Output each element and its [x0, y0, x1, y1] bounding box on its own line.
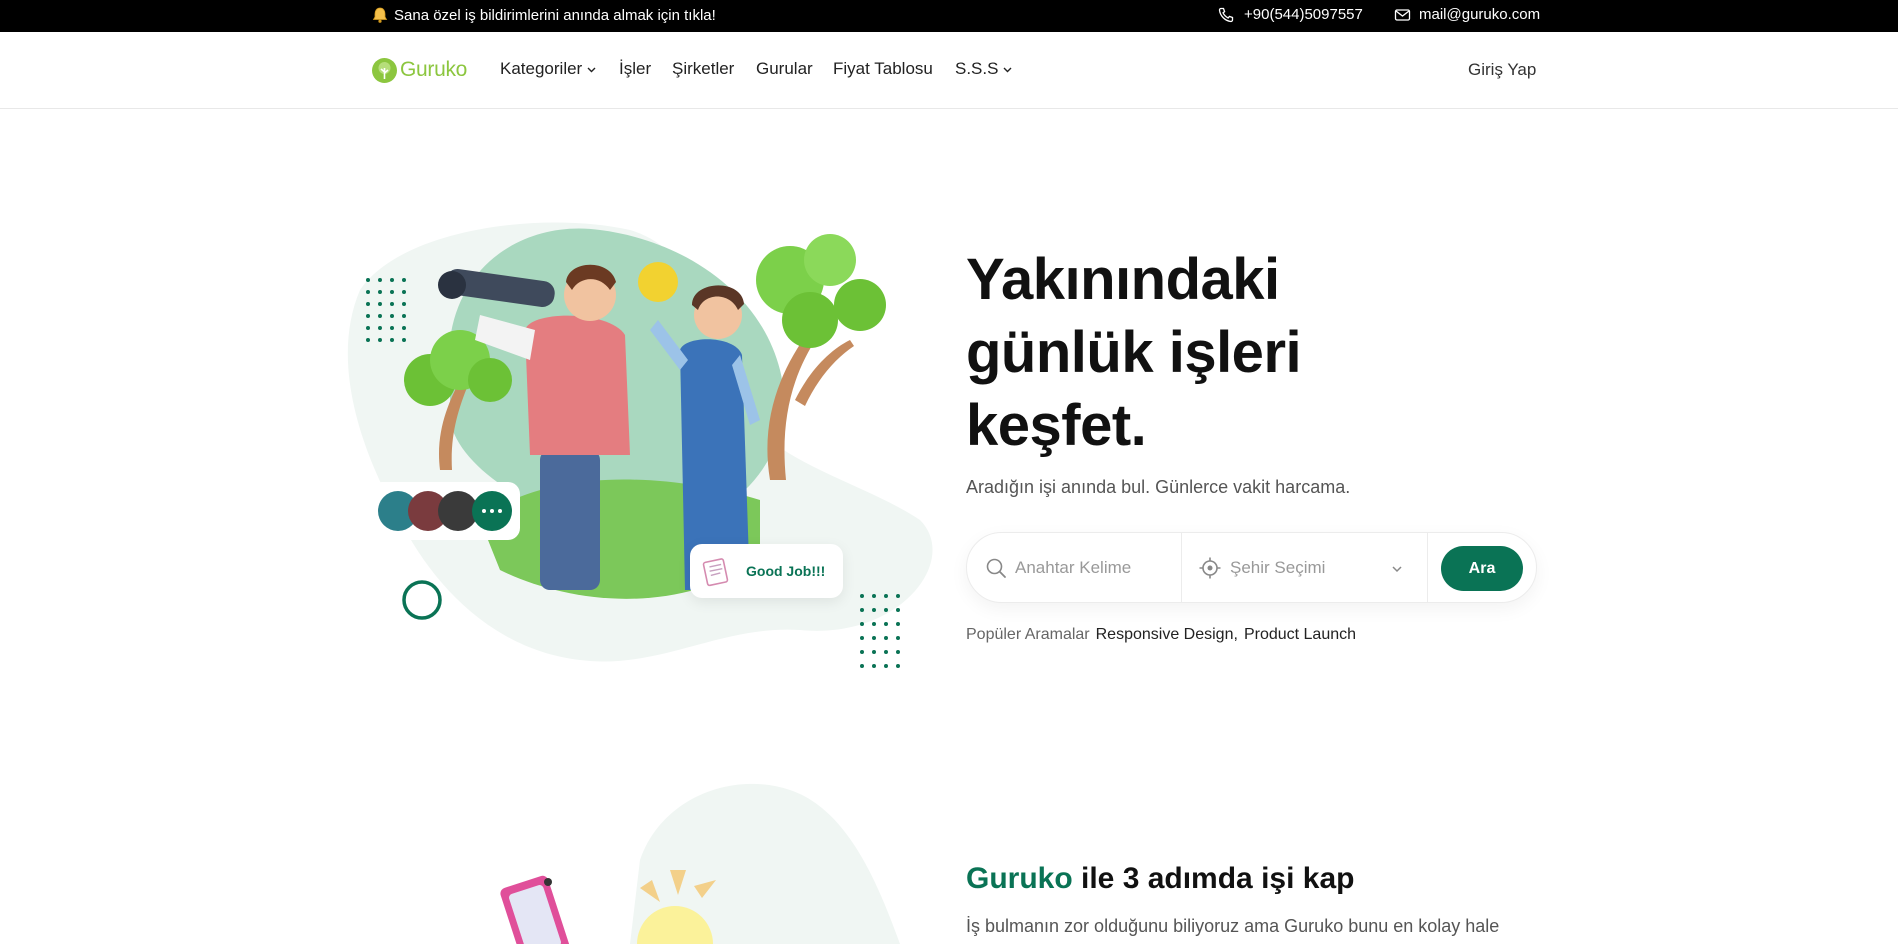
notification-link[interactable]: Sana özel iş bildirimlerini anında almak… — [394, 7, 716, 24]
steps-illustration — [500, 783, 900, 944]
nav-item-isler[interactable]: İşler — [619, 59, 651, 79]
popular-searches: Popüler Aramalar Responsive Design, Prod… — [966, 626, 1356, 644]
notepad-icon — [702, 558, 729, 587]
brand-logo[interactable]: Guruko — [371, 55, 467, 85]
chevron-down-icon — [587, 67, 596, 72]
nav-item-fiyat-tablosu[interactable]: Fiyat Tablosu — [833, 59, 933, 79]
popular-tag-responsive-design[interactable]: Responsive Design — [1096, 626, 1234, 644]
mail-icon — [1394, 9, 1411, 21]
decorative-ring — [402, 580, 442, 620]
chevron-down-icon[interactable] — [1391, 563, 1403, 575]
hero-title: Yakınındaki günlük işleri keşfet. — [966, 247, 1302, 458]
tag-separator: , — [1233, 626, 1238, 643]
section-title-brand: Guruko — [966, 862, 1073, 895]
phone-icon — [1218, 7, 1234, 23]
keyword-input[interactable] — [1015, 552, 1175, 584]
avatar-group-card — [370, 482, 520, 540]
tree-logo-icon — [372, 57, 397, 83]
job-search-box: Şehir Seçimi Ara — [966, 532, 1537, 603]
search-icon — [986, 558, 1006, 578]
brand-name: Guruko — [400, 58, 468, 81]
main-navigation: Guruko Kategoriler İşler Şirketler Gurul… — [0, 32, 1898, 109]
section-description: İş bulmanın zor olduğunu biliyoruz ama G… — [966, 916, 1500, 936]
hero-illustration — [347, 222, 933, 668]
search-divider — [1427, 533, 1428, 602]
nav-item-sss[interactable]: S.S.S — [955, 59, 1013, 79]
section-title-rest: ile 3 adımda işi kap — [1072, 862, 1355, 895]
search-divider — [1181, 533, 1182, 602]
hero-subtitle: Aradığın işi anında bul. Günlerce vakit … — [966, 477, 1351, 497]
popular-label: Popüler Aramalar — [966, 626, 1090, 643]
popular-tag-product-launch[interactable]: Product Launch — [1244, 626, 1356, 644]
city-select[interactable]: Şehir Seçimi — [1230, 558, 1325, 578]
top-announcement-bar: Sana özel iş bildirimlerini anında almak… — [0, 0, 1898, 32]
nav-item-gurular[interactable]: Gurular — [756, 59, 813, 79]
good-job-badge: Good Job!!! — [690, 544, 843, 598]
chevron-down-icon — [1003, 67, 1012, 72]
nav-label: S.S.S — [955, 59, 999, 78]
nav-label: İşler — [619, 59, 652, 78]
nav-item-sirketler[interactable]: Şirketler — [672, 59, 734, 79]
bell-icon — [372, 7, 388, 23]
section-title: Guruko ile 3 adımda işi kap — [966, 862, 1354, 896]
nav-item-kategoriler[interactable]: Kategoriler — [500, 59, 597, 79]
badge-text: Good Job!!! — [746, 563, 826, 579]
phone-number[interactable]: +90(544)5097557 — [1244, 6, 1363, 23]
email-address[interactable]: mail@guruko.com — [1419, 6, 1540, 23]
nav-label: Kategoriler — [500, 59, 583, 78]
nav-label: Fiyat Tablosu — [833, 59, 933, 78]
location-target-icon — [1199, 557, 1221, 579]
nav-label: Şirketler — [672, 59, 735, 78]
nav-label: Gurular — [756, 59, 813, 78]
sun-ball — [638, 262, 678, 302]
search-button[interactable]: Ara — [1441, 546, 1523, 591]
login-link[interactable]: Giriş Yap — [1468, 60, 1536, 80]
